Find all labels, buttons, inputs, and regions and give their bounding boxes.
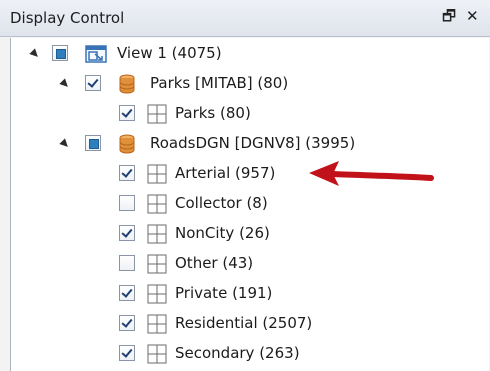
feature-type-grid-icon — [147, 164, 167, 188]
feature-type-grid-icon — [147, 194, 167, 218]
feature-type-grid-icon — [147, 254, 167, 278]
tree-row-parks-dataset[interactable]: Parks [MITAB] (80) — [11, 70, 481, 100]
secondary-checkbox[interactable] — [119, 345, 135, 361]
noncity-checkbox[interactable] — [119, 225, 135, 241]
collector-checkbox[interactable] — [119, 195, 135, 211]
tree-row-other[interactable]: Other (43) — [11, 250, 481, 280]
residential-label: Residential (2507) — [175, 314, 313, 332]
display-control-tree: View 1 (4075) Parks [MITAB] (80) Parks (… — [10, 38, 489, 371]
feature-type-grid-icon — [147, 314, 167, 338]
collapse-toggle-icon[interactable] — [59, 138, 71, 150]
tree-row-noncity[interactable]: NonCity (26) — [11, 220, 481, 250]
tree-row-residential[interactable]: Residential (2507) — [11, 310, 481, 340]
private-checkbox[interactable] — [119, 285, 135, 301]
parks-layer-label: Parks (80) — [175, 104, 251, 122]
tree-row-view[interactable]: View 1 (4075) — [11, 40, 481, 70]
view-label: View 1 (4075) — [117, 44, 222, 62]
close-panel-button[interactable]: ✕ — [466, 7, 479, 25]
collapse-toggle-icon[interactable] — [59, 78, 71, 90]
annotation-arrow-icon — [309, 161, 434, 186]
private-label: Private (191) — [175, 284, 273, 302]
tree-row-private[interactable]: Private (191) — [11, 280, 481, 310]
secondary-label: Secondary (263) — [175, 344, 300, 362]
feature-type-grid-icon — [147, 224, 167, 248]
arterial-checkbox[interactable] — [119, 165, 135, 181]
view-icon — [85, 44, 107, 68]
tree-row-parks-layer[interactable]: Parks (80) — [11, 100, 481, 130]
parks-dataset-label: Parks [MITAB] (80) — [150, 74, 289, 92]
collector-label: Collector (8) — [175, 194, 268, 212]
float-window-button[interactable]: 🗗 — [442, 7, 456, 25]
database-icon — [119, 74, 135, 98]
other-checkbox[interactable] — [119, 255, 135, 271]
panel-titlebar: Display Control 🗗 ✕ — [0, 0, 490, 37]
tree-row-roads-dataset[interactable]: RoadsDGN [DGNV8] (3995) — [11, 130, 481, 160]
residential-checkbox[interactable] — [119, 315, 135, 331]
roads-dataset-label: RoadsDGN [DGNV8] (3995) — [150, 134, 356, 152]
parks-layer-checkbox[interactable] — [119, 105, 135, 121]
feature-type-grid-icon — [147, 104, 167, 128]
feature-type-grid-icon — [147, 344, 167, 368]
parks-dataset-checkbox[interactable] — [85, 75, 101, 91]
view-visibility-checkbox[interactable] — [52, 45, 68, 61]
tree-row-secondary[interactable]: Secondary (263) — [11, 340, 481, 370]
database-icon — [119, 134, 135, 158]
other-label: Other (43) — [175, 254, 254, 272]
collapse-toggle-icon[interactable] — [29, 48, 41, 60]
feature-type-grid-icon — [147, 284, 167, 308]
tree-row-collector[interactable]: Collector (8) — [11, 190, 481, 220]
roads-dataset-checkbox[interactable] — [85, 135, 101, 151]
noncity-label: NonCity (26) — [175, 224, 270, 242]
arterial-label: Arterial (957) — [175, 164, 276, 182]
panel-title: Display Control — [10, 9, 125, 27]
